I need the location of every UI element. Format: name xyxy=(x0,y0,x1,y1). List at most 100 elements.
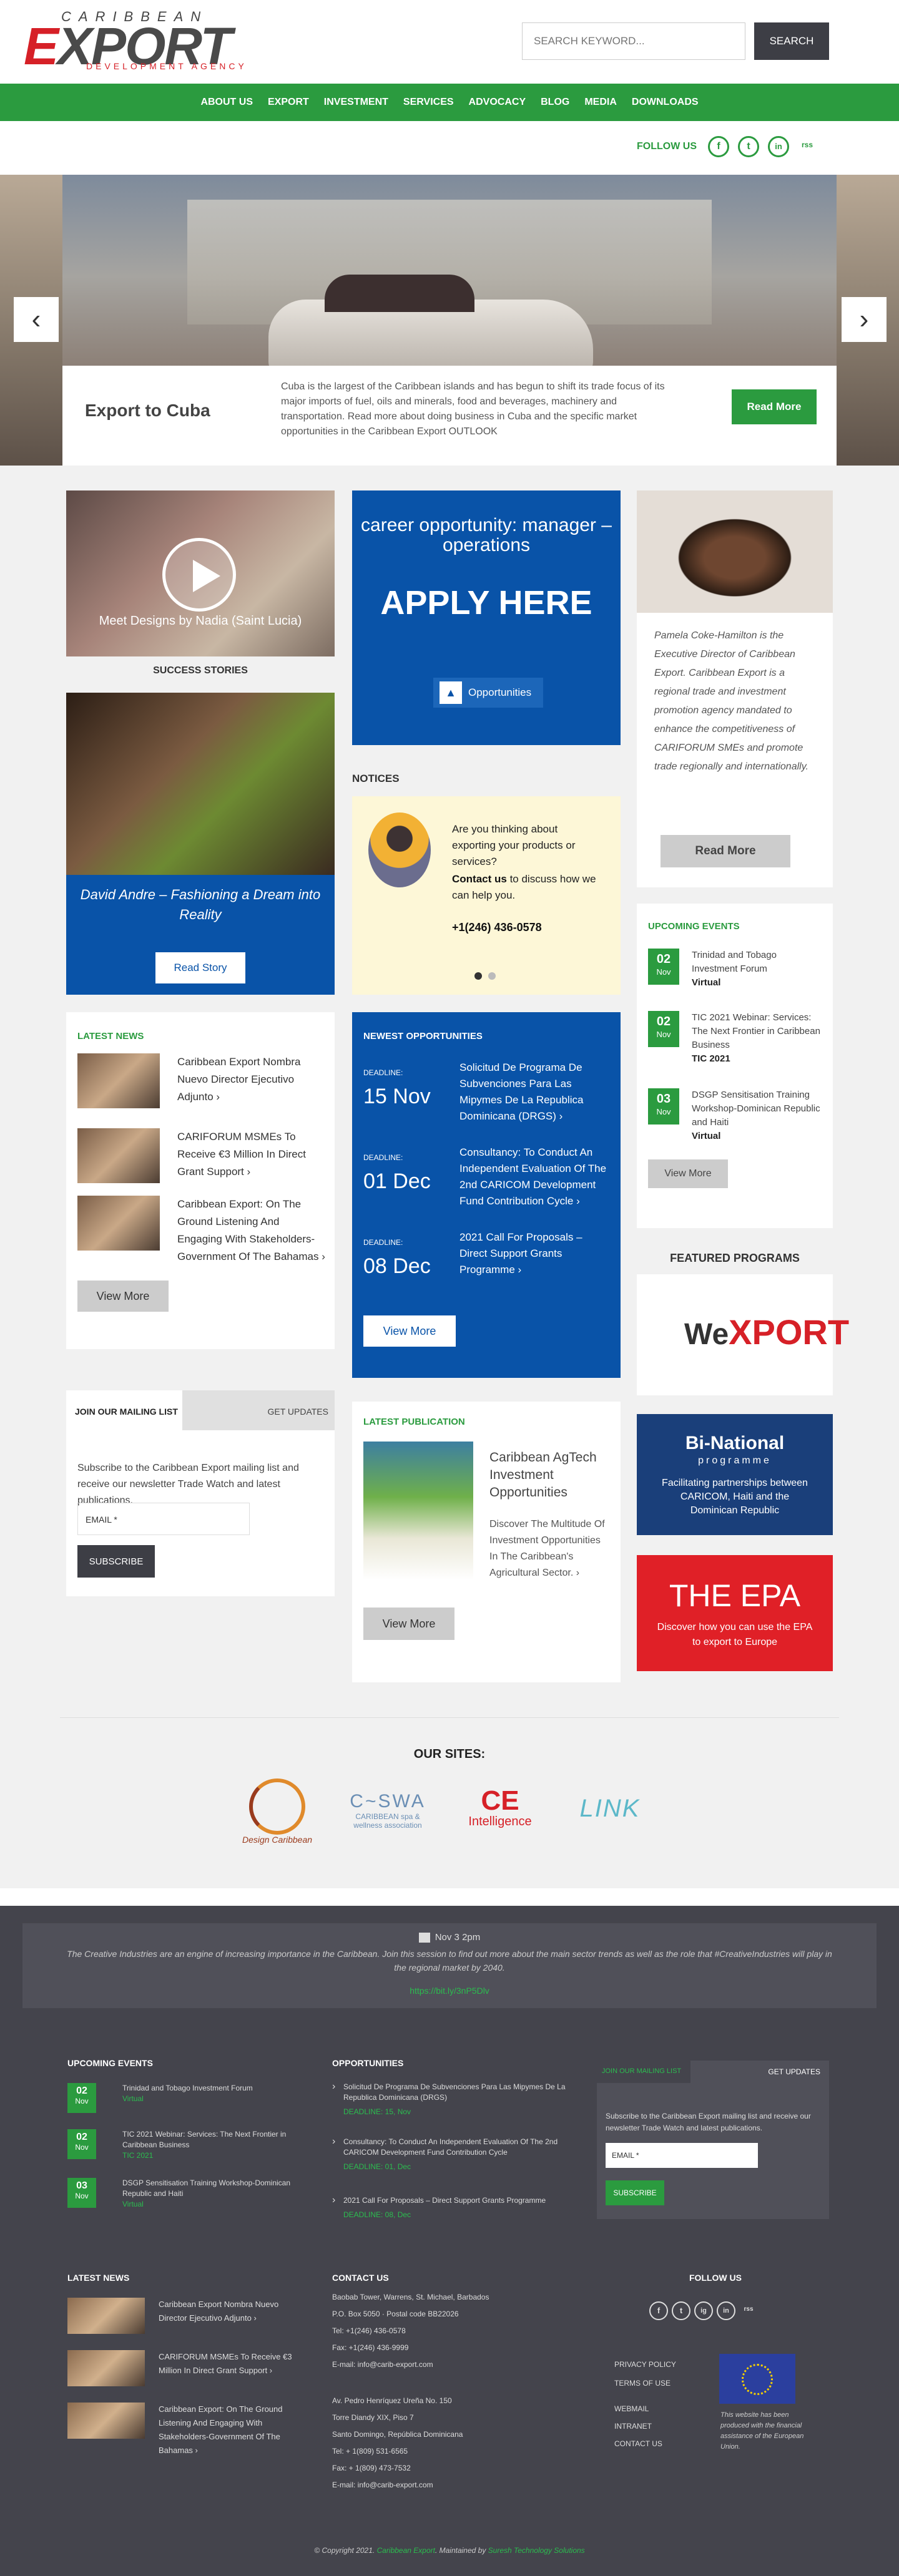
follow-us-label: FOLLOW US xyxy=(637,141,697,152)
footer-opportunity-item[interactable]: Solicitud De Programa De Subvenciones Pa… xyxy=(332,2081,569,2117)
footer-news-item[interactable]: CARIFORUM MSMEs To Receive €3 Million In… xyxy=(67,2350,317,2389)
opportunity-item[interactable]: DEADLINE: 01 Dec Consultancy: To Conduct… xyxy=(363,1144,613,1213)
twitter-icon[interactable]: t xyxy=(738,136,759,157)
lock-icon: ▲ xyxy=(440,681,462,704)
twitter-icon[interactable]: t xyxy=(672,2301,690,2320)
nav-item-about-us[interactable]: ABOUT US xyxy=(193,97,260,108)
featured-programs-title: FEATURED PROGRAMS xyxy=(670,1252,800,1264)
opportunities-view-more-button[interactable]: View More xyxy=(363,1315,456,1347)
privacy-policy-link[interactable]: PRIVACY POLICY xyxy=(614,2355,676,2374)
footer-subscribe-button[interactable]: SUBSCRIBE xyxy=(606,2180,664,2205)
footer-event-item[interactable]: 02 Nov TIC 2021 Webinar: Services: The Ne… xyxy=(67,2129,305,2167)
carousel-dot[interactable] xyxy=(488,972,496,980)
terms-of-use-link[interactable]: TERMS OF USE xyxy=(614,2374,676,2393)
hero-read-more-button[interactable]: Read More xyxy=(732,389,817,424)
caribbean-export-link[interactable]: Caribbean Export xyxy=(377,2546,435,2555)
slider-prev-arrow-icon[interactable]: ‹ xyxy=(14,297,59,342)
opportunity-title: Solicitud De Programa De Subvenciones Pa… xyxy=(459,1061,584,1122)
site-logo-link[interactable]: LINK xyxy=(569,1778,651,1853)
nav-item-investment[interactable]: INVESTMENT xyxy=(317,97,396,108)
person-illustration-icon xyxy=(368,812,431,887)
search-button[interactable]: SEARCH xyxy=(754,22,829,60)
footer-news-item[interactable]: Caribbean Export: On The Ground Listenin… xyxy=(67,2403,317,2459)
footer-event-item[interactable]: 03 Nov DSGP Sensitisation Training Worksh… xyxy=(67,2178,305,2215)
opportunities-button[interactable]: ▲ Opportunities xyxy=(433,678,543,708)
news-item-title: Caribbean Export: On The Ground Listenin… xyxy=(177,1198,325,1262)
director-read-more-button[interactable]: Read More xyxy=(661,835,790,867)
publication-cover[interactable] xyxy=(363,1442,473,1580)
footer-tab-get-updates[interactable]: GET UPDATES xyxy=(740,2061,829,2083)
director-photo xyxy=(637,490,833,613)
slider-next-arrow-icon[interactable]: › xyxy=(842,297,887,342)
tweet-box: Nov 3 2pm The Creative Industries are an… xyxy=(22,1923,877,2008)
linkedin-icon[interactable]: in xyxy=(768,136,789,157)
tab-get-updates[interactable]: GET UPDATES xyxy=(182,1390,335,1430)
nav-item-blog[interactable]: BLOG xyxy=(533,97,577,108)
news-item[interactable]: Caribbean Export Nombra Nuevo Director E… xyxy=(77,1053,327,1116)
email-field[interactable]: EMAIL * xyxy=(77,1503,250,1535)
rss-icon[interactable]: rss xyxy=(797,136,818,157)
tweet-link[interactable]: https://bit.ly/3nP5Dlv xyxy=(22,1986,877,1996)
publication-name[interactable]: Caribbean AgTech Investment Opportunitie… xyxy=(489,1449,608,1501)
video-caption: Meet Designs by Nadia (Saint Lucia) xyxy=(99,614,302,628)
footer-follow-title: FOLLOW US xyxy=(689,2273,742,2283)
contact-barbados: Baobab Tower, Warrens, St. Michael, Barb… xyxy=(332,2293,489,2369)
rss-icon[interactable]: rss xyxy=(739,2301,758,2320)
site-logo-design-caribbean[interactable]: Design Caribbean xyxy=(240,1778,315,1853)
publication-desc: Discover The Multitude Of Investment Opp… xyxy=(489,1519,605,1578)
footer-opportunity-item[interactable]: Consultancy: To Conduct An Independent E… xyxy=(332,2136,569,2172)
search-input[interactable] xyxy=(522,22,745,60)
footer-opportunity-item[interactable]: 2021 Call For Proposals – Direct Support… xyxy=(332,2195,569,2220)
site-logo-ce-intelligence[interactable]: CE Intelligence xyxy=(459,1778,541,1853)
event-item[interactable]: 02 Nov Trinidad and Tobago Investment For… xyxy=(648,949,823,998)
nav-item-export[interactable]: EXPORT xyxy=(260,97,317,108)
news-view-more-button[interactable]: View More xyxy=(77,1281,169,1312)
notice-contact: Contact us to discuss how we can help yo… xyxy=(452,873,596,901)
intranet-link[interactable]: INTRANET xyxy=(614,2417,662,2435)
eu-disclaimer: This website has been produced with the … xyxy=(720,2411,804,2451)
news-item[interactable]: Caribbean Export: On The Ground Listenin… xyxy=(77,1196,327,1271)
linkedin-icon[interactable]: in xyxy=(717,2301,735,2320)
play-icon[interactable] xyxy=(162,538,236,612)
nav-item-services[interactable]: SERVICES xyxy=(396,97,461,108)
instagram-icon[interactable]: ig xyxy=(694,2301,713,2320)
latest-publication-card: LATEST PUBLICATION Caribbean AgTech Inve… xyxy=(352,1402,621,1682)
binational-program-card[interactable]: Bi-National programme Facilitating partn… xyxy=(637,1414,833,1535)
site-logo-cswa[interactable]: C~SWA CARIBBEAN spa & wellness associati… xyxy=(347,1778,428,1853)
news-item[interactable]: CARIFORUM MSMEs To Receive €3 Million In… xyxy=(77,1128,327,1191)
events-view-more-button[interactable]: View More xyxy=(648,1159,728,1188)
maintainer-link[interactable]: Suresh Technology Solutions xyxy=(488,2546,585,2555)
facebook-icon[interactable]: f xyxy=(708,136,729,157)
carousel-dot-active[interactable] xyxy=(474,972,482,980)
footer-tab-join-mailing-list[interactable]: JOIN OUR MAILING LIST xyxy=(597,2061,690,2083)
opportunity-item[interactable]: DEADLINE: 15 Nov Solicitud De Programa D… xyxy=(363,1060,613,1128)
read-story-button[interactable]: Read Story xyxy=(155,952,245,983)
webmail-link[interactable]: WEBMAIL xyxy=(614,2400,662,2417)
career-opportunity-banner[interactable]: career opportunity: manager – operations… xyxy=(352,490,621,745)
newest-opportunities-card: NEWEST OPPORTUNITIES DEADLINE: 15 Nov So… xyxy=(352,1012,621,1378)
opportunity-item[interactable]: DEADLINE: 08 Dec 2021 Call For Proposals… xyxy=(363,1229,613,1286)
footer-email-field[interactable]: EMAIL * xyxy=(606,2143,758,2168)
publication-view-more-button[interactable]: View More xyxy=(363,1608,454,1640)
nav-item-advocacy[interactable]: ADVOCACY xyxy=(461,97,534,108)
contact-us-link[interactable]: Contact us xyxy=(452,873,507,885)
subscribe-button[interactable]: SUBSCRIBE xyxy=(77,1545,155,1578)
nav-item-downloads[interactable]: DOWNLOADS xyxy=(624,97,706,108)
epa-program-card[interactable]: THE EPA Discover how you can use the EPA… xyxy=(637,1555,833,1671)
calendar-icon xyxy=(418,1933,430,1943)
opportunity-deadline: 08 Dec xyxy=(363,1254,431,1278)
site-logo[interactable]: CARIBBEAN EXPORT DEVELOPMENT AGENCY xyxy=(24,9,255,72)
facebook-icon[interactable]: f xyxy=(649,2301,668,2320)
notices-title: NOTICES xyxy=(352,773,400,784)
tab-join-mailing-list[interactable]: JOIN OUR MAILING LIST xyxy=(66,1390,182,1430)
wexport-program-card[interactable]: WeXPORT xyxy=(637,1274,849,1395)
contact-us-link[interactable]: CONTACT US xyxy=(614,2435,662,2452)
video-card[interactable]: Meet Designs by Nadia (Saint Lucia) xyxy=(66,490,335,656)
event-item[interactable]: 03 Nov DSGP Sensitisation Training Worksh… xyxy=(648,1088,823,1151)
event-item[interactable]: 02 Nov TIC 2021 Webinar: Services: The Ne… xyxy=(648,1011,823,1073)
nav-item-media[interactable]: MEDIA xyxy=(577,97,624,108)
footer-opportunities-title: OPPORTUNITIES xyxy=(332,2058,404,2068)
footer-event-item[interactable]: 02 Nov Trinidad and Tobago Investment For… xyxy=(67,2083,305,2120)
latest-news-title: LATEST NEWS xyxy=(77,1031,144,1042)
footer-news-item[interactable]: Caribbean Export Nombra Nuevo Director E… xyxy=(67,2298,317,2336)
